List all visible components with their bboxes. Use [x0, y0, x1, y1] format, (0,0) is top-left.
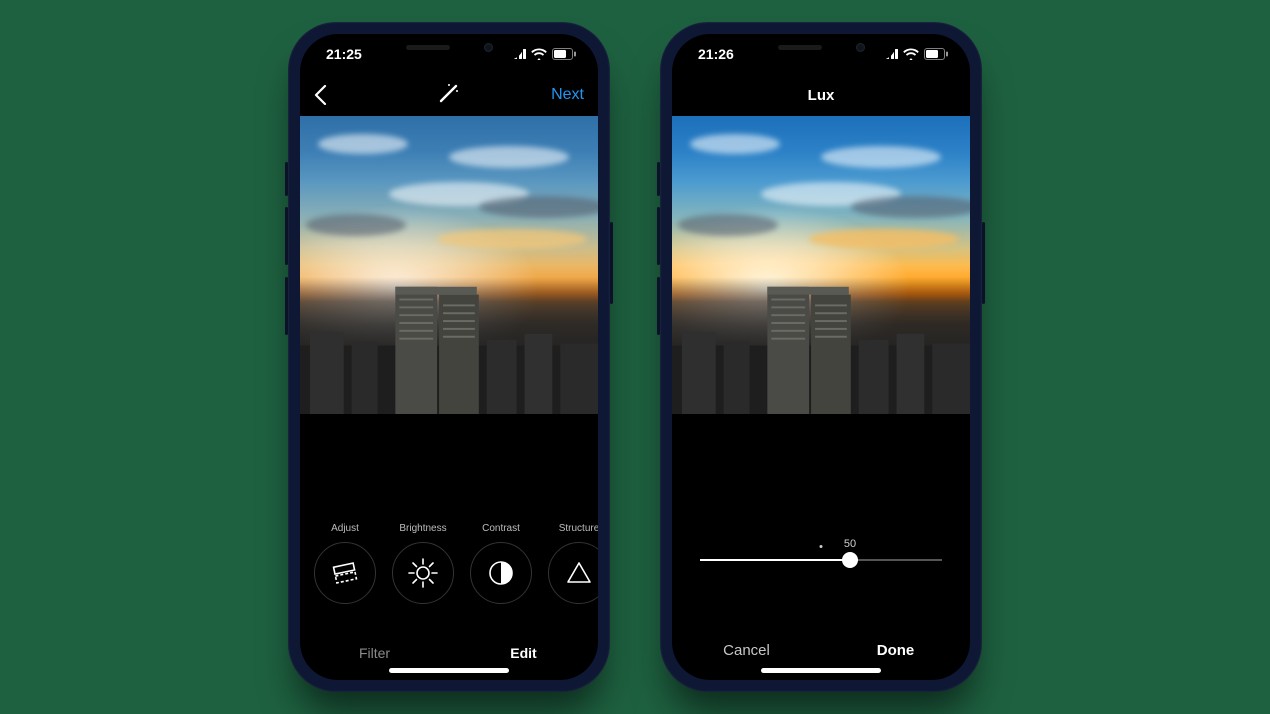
nav-bar: Next — [300, 74, 598, 116]
tab-edit[interactable]: Edit — [449, 645, 598, 661]
phone-volume-down — [657, 277, 660, 335]
wifi-icon — [531, 48, 547, 60]
brightness-icon — [392, 542, 454, 604]
slider-center-marker — [820, 545, 823, 548]
nav-title: Lux — [808, 87, 835, 104]
adjust-icon — [314, 542, 376, 604]
tool-label: Contrast — [482, 523, 520, 534]
status-time: 21:25 — [326, 46, 362, 62]
tool-brightness[interactable]: Brightness — [390, 523, 456, 604]
tool-contrast[interactable]: Contrast — [468, 523, 534, 604]
back-button[interactable] — [314, 85, 364, 105]
slider-thumb[interactable] — [842, 552, 858, 568]
photo-preview[interactable] — [672, 116, 970, 414]
phone-volume-up — [285, 207, 288, 265]
slider-value: 50 — [844, 538, 856, 550]
speaker-grille — [778, 45, 822, 50]
lux-wand-button[interactable] — [438, 82, 460, 108]
edit-tools-row[interactable]: Adjust Brightness Contrast Structure — [300, 523, 598, 604]
photo-city — [672, 277, 970, 414]
tool-label: Adjust — [331, 523, 359, 534]
speaker-grille — [406, 45, 450, 50]
lux-slider-container: 50 — [672, 538, 970, 570]
phone-mockup-edit: 21:25 Next — [288, 22, 610, 692]
battery-icon — [924, 48, 948, 60]
tool-label: Structure — [559, 523, 598, 534]
home-indicator[interactable] — [389, 668, 509, 673]
device-notch — [746, 34, 896, 60]
screen-edit: 21:25 Next — [300, 34, 598, 680]
structure-icon — [548, 542, 598, 604]
phone-silent-switch — [657, 162, 660, 196]
next-button[interactable]: Next — [534, 86, 584, 104]
front-camera — [484, 43, 493, 52]
slider-track — [700, 559, 942, 561]
contrast-icon — [470, 542, 532, 604]
phone-power-button — [982, 222, 985, 304]
battery-icon — [552, 48, 576, 60]
device-notch — [374, 34, 524, 60]
tool-structure[interactable]: Structure — [546, 523, 598, 604]
wifi-icon — [903, 48, 919, 60]
photo-city — [300, 277, 598, 414]
phone-power-button — [610, 222, 613, 304]
tool-label: Brightness — [399, 523, 446, 534]
screen-lux: 21:26 Lux — [672, 34, 970, 680]
photo-preview[interactable] — [300, 116, 598, 414]
phone-volume-down — [285, 277, 288, 335]
phone-silent-switch — [285, 162, 288, 196]
home-indicator[interactable] — [761, 668, 881, 673]
lux-slider[interactable] — [700, 550, 942, 570]
cancel-button[interactable]: Cancel — [672, 642, 821, 659]
tab-filter[interactable]: Filter — [300, 645, 449, 661]
done-button[interactable]: Done — [821, 642, 970, 659]
phone-volume-up — [657, 207, 660, 265]
slider-fill — [700, 559, 850, 561]
tool-adjust[interactable]: Adjust — [312, 523, 378, 604]
status-time: 21:26 — [698, 46, 734, 62]
nav-bar: Lux — [672, 74, 970, 116]
front-camera — [856, 43, 865, 52]
phone-mockup-lux: 21:26 Lux — [660, 22, 982, 692]
